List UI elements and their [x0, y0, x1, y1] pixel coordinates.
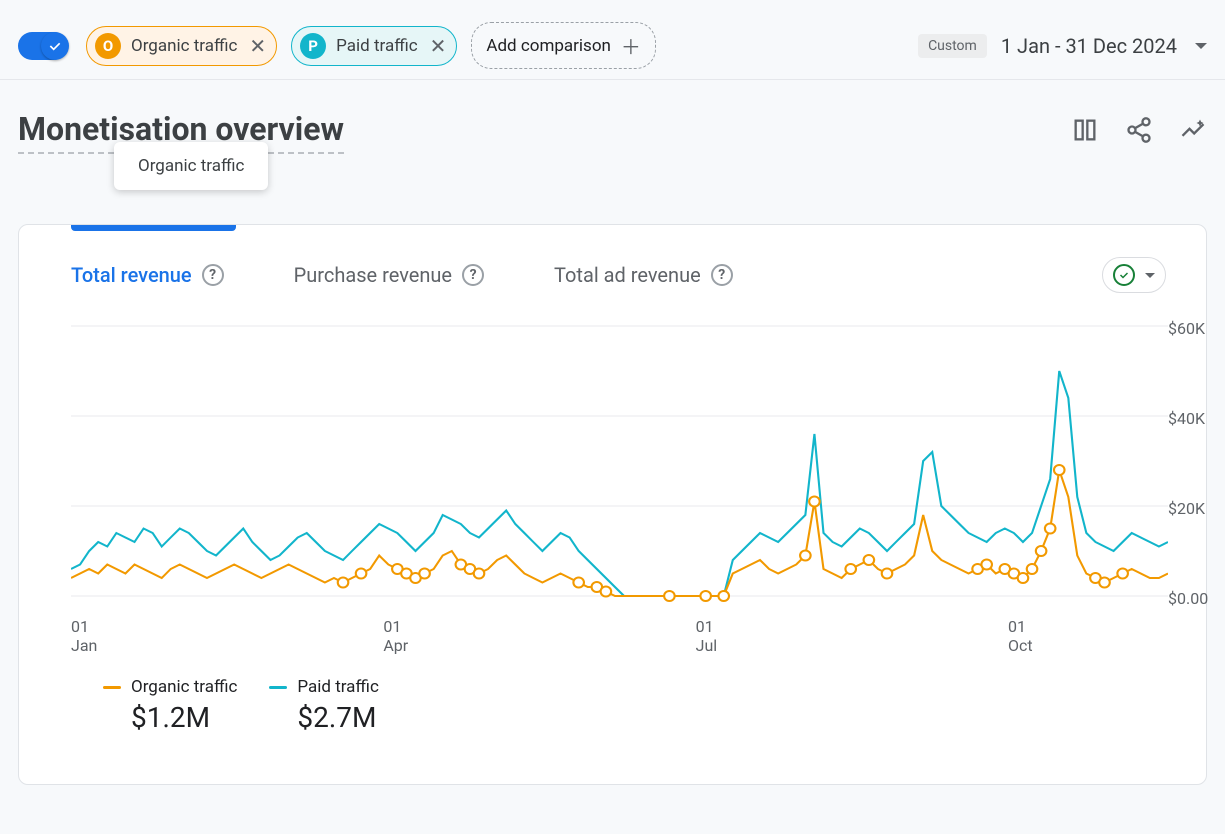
y-tick: $20K [1168, 499, 1225, 518]
x-tick: 01Apr [383, 617, 473, 655]
x-tick: 01Oct [1008, 617, 1098, 655]
date-range-picker[interactable]: Custom 1 Jan - 31 Dec 2024 [918, 34, 1207, 58]
x-tick: 01Jul [696, 617, 786, 655]
help-icon[interactable]: ? [711, 264, 733, 286]
chip-tooltip: Organic traffic [114, 142, 268, 190]
compare-icon[interactable] [1071, 116, 1099, 148]
legend-paid: Paid traffic $2.7M [269, 677, 378, 734]
anomaly-status-dropdown[interactable] [1102, 257, 1166, 293]
tab-total-ad-revenue[interactable]: Total ad revenue ? [554, 263, 733, 287]
x-tick: 01Jan [71, 617, 161, 655]
chip-label: Organic traffic [131, 36, 237, 56]
date-range-text: 1 Jan - 31 Dec 2024 [1001, 34, 1177, 58]
help-icon[interactable]: ? [462, 264, 484, 286]
legend-organic: Organic traffic $1.2M [103, 677, 237, 734]
legend-organic-value: $1.2M [131, 701, 237, 734]
chip-organic-traffic[interactable]: O Organic traffic ✕ [86, 26, 277, 66]
tab-total-revenue[interactable]: Total revenue ? [71, 263, 224, 287]
y-tick: $60K [1168, 319, 1225, 338]
close-icon[interactable]: ✕ [249, 36, 266, 56]
close-icon[interactable]: ✕ [430, 36, 447, 56]
legend-paid-value: $2.7M [297, 701, 378, 734]
check-icon [1113, 264, 1135, 286]
chart-legend: Organic traffic $1.2M Paid traffic $2.7M [103, 677, 1168, 734]
insights-icon[interactable] [1179, 116, 1207, 148]
revenue-chart: $60K $40K $20K $0.00 01Jan 01Apr 01Jul 0… [71, 311, 1168, 734]
chip-label: Paid traffic [336, 36, 417, 56]
plus-icon: ＋ [621, 31, 641, 60]
add-comparison-button[interactable]: Add comparison ＋ [471, 22, 656, 69]
top-filter-bar: O Organic traffic ✕ P Paid traffic ✕ Add… [0, 0, 1225, 80]
chevron-down-icon [1145, 273, 1155, 278]
help-icon[interactable]: ? [202, 264, 224, 286]
metrics-card: Total revenue ? Purchase revenue ? Total… [18, 224, 1207, 785]
y-tick: $40K [1168, 409, 1225, 428]
chip-letter: O [95, 33, 121, 59]
chip-letter: P [300, 33, 326, 59]
comparison-toggle[interactable] [18, 32, 68, 60]
y-tick: $0.00 [1168, 589, 1225, 608]
title-row: Monetisation overview Organic traffic [0, 80, 1225, 154]
share-icon[interactable] [1125, 116, 1153, 148]
chart-svg [71, 311, 1168, 611]
chevron-down-icon [1195, 43, 1207, 49]
tab-purchase-revenue[interactable]: Purchase revenue ? [294, 263, 484, 287]
date-type-badge: Custom [918, 34, 987, 58]
chip-paid-traffic[interactable]: P Paid traffic ✕ [291, 26, 457, 66]
